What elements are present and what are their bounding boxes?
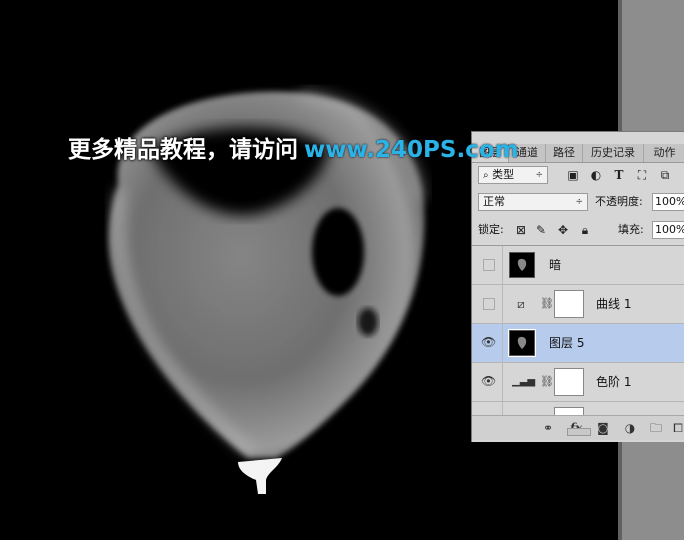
fill-label: 填充: [618,223,644,236]
search-icon: ⌕ [483,170,489,181]
balloon-thumb-icon [517,258,527,271]
divider [502,246,503,285]
filter-kind-label: 类型 [492,168,515,181]
lock-all-icon[interactable]: 🔒︎ [578,222,592,238]
layer-row-curves[interactable]: ⧄ ⛓︎ 曲线 1 [472,285,684,324]
visibility-eye-icon[interactable]: 👁︎ [481,335,496,349]
select-caret-icon: ÷ [535,170,543,180]
new-layer-icon[interactable]: ⧠ [670,420,684,436]
blend-mode-value: 正常 [483,195,505,208]
lock-paint-icon[interactable]: ✎ [534,222,548,238]
tab-actions[interactable]: 动作 [644,144,684,162]
opacity-input[interactable]: 100% [652,193,684,211]
layer-name: 色阶 1 [596,375,632,389]
layers-panel: 图层 通道 路径 历史记录 动作 ⌕ 类型 ÷ ▣ ◐ T ⛶ ⧉ 正常 ÷ 不… [471,131,684,442]
layer-row-partial[interactable] [472,402,684,416]
layer-name: 图层 5 [549,336,585,350]
resize-grip[interactable] [567,428,591,436]
levels-icon: ▁▃▅ [512,376,536,387]
layer-name: 暗 [549,258,562,272]
lock-row: 锁定: ⊠ ✎ ✥ 🔒︎ 填充: 100% [472,221,684,243]
tab-history[interactable]: 历史记录 [583,144,644,162]
link-chain-icon[interactable]: ⛓︎ [540,375,554,388]
fill-input[interactable]: 100% [652,221,684,239]
layers-list: 暗 ⧄ ⛓︎ 曲线 1 👁︎ 图层 5 👁︎ ▁▃▅ ⛓︎ 色阶 1 [472,245,684,416]
link-chain-icon[interactable]: ⛓︎ [540,297,554,310]
mask-thumbnail [554,368,584,396]
watermark-url: www.240PS.com [304,137,519,163]
layer-name: 曲线 1 [596,297,632,311]
adjustment-icon[interactable]: ◑ [622,420,638,436]
shape-filter-icon[interactable]: ⛶ [635,167,649,183]
divider [502,324,503,363]
visibility-eye-icon[interactable]: 👁︎ [481,374,496,388]
layer-row-an[interactable]: 暗 [472,246,684,285]
filter-row: ⌕ 类型 ÷ ▣ ◐ T ⛶ ⧉ [472,166,684,188]
divider [502,402,503,416]
visibility-off-icon[interactable] [483,259,495,271]
link-icon[interactable]: ⚭ [540,420,556,436]
folder-icon[interactable]: 🗀︎ [648,420,664,436]
layer-row-levels[interactable]: 👁︎ ▁▃▅ ⛓︎ 色阶 1 [472,363,684,402]
select-caret-icon: ÷ [575,197,583,207]
curves-icon: ⧄ [517,297,525,311]
layer-thumbnail [508,329,536,357]
lock-position-icon[interactable]: ✥ [556,222,570,238]
layer-thumbnail [509,252,535,278]
blend-mode-select[interactable]: 正常 ÷ [478,193,588,211]
balloon-thumb-icon [517,336,527,349]
layer-row-layer5[interactable]: 👁︎ 图层 5 [472,324,684,363]
filter-kind-select[interactable]: ⌕ 类型 ÷ [478,166,548,184]
blend-row: 正常 ÷ 不透明度: 100% [472,193,684,215]
mask-icon[interactable]: ◙ [595,420,611,436]
mask-thumbnail [554,290,584,318]
divider [502,363,503,402]
opacity-label: 不透明度: [595,195,643,208]
tab-paths[interactable]: 路径 [546,144,583,162]
adjustment-filter-icon[interactable]: ◐ [589,167,603,183]
type-filter-icon[interactable]: T [612,167,626,183]
image-filter-icon[interactable]: ▣ [566,167,580,183]
lock-label: 锁定: [478,223,504,236]
visibility-off-icon[interactable] [483,298,495,310]
watermark: 更多精品教程，请访问 www.240PS.com [68,130,519,163]
divider [502,285,503,324]
watermark-text: 更多精品教程，请访问 [68,137,298,163]
smart-object-filter-icon[interactable]: ⧉ [658,167,672,183]
lock-transparent-icon[interactable]: ⊠ [514,222,528,238]
